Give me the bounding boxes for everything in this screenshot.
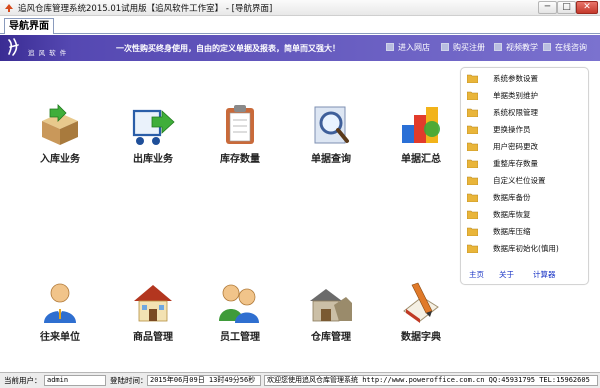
tile-label: 仓库管理 (311, 332, 351, 343)
menu-item-system-params[interactable]: 系统参数设置 (467, 72, 585, 86)
calculator-link[interactable]: 计算器 (533, 269, 556, 280)
folder-icon (467, 125, 478, 134)
tab-navigation[interactable]: 导航界面 (4, 18, 54, 34)
folder-icon (467, 91, 478, 100)
menu-item-change-operator[interactable]: 更换操作员 (467, 123, 585, 137)
folder-icon (467, 108, 478, 117)
menu-item-rebuild-stock[interactable]: 重整库存数量 (467, 157, 585, 171)
magnifier-icon (314, 106, 349, 144)
logo-text: 追 风 软 件 (28, 49, 68, 57)
menu-item-doc-categories[interactable]: 单据类别维护 (467, 89, 585, 103)
tile-label: 商品管理 (133, 332, 173, 343)
tile-label: 入库业务 (40, 154, 80, 165)
menu-item-db-init[interactable]: 数据库初始化(慎用) (467, 242, 585, 256)
menu-item-db-compress[interactable]: 数据库压缩 (467, 225, 585, 239)
app-icon (5, 4, 13, 12)
outbound-cart-icon (132, 109, 175, 145)
checkbox-icon (386, 43, 394, 51)
tile-warehouse-management[interactable]: 仓库管理 (298, 281, 364, 351)
tile-outbound[interactable]: 出库业务 (120, 103, 186, 173)
buy-register-link[interactable]: 购买注册 (441, 43, 485, 55)
title-bar: 追风仓库管理系统2015.01试用版【追风软件工作室】 - [导航界面] ─ □… (0, 0, 600, 16)
banner-slogan: 一次性购买终身使用，自由的定义单据及报表，简单而又强大！ (116, 44, 340, 53)
minimize-button[interactable]: ─ (538, 1, 557, 14)
chart-cubes-icon (402, 107, 440, 143)
video-tutorial-link[interactable]: 视频教学 (494, 43, 538, 55)
status-bar: 当前用户： admin 登陆时间： 2015年06月09日 13时49分56秒 … (0, 372, 600, 388)
menu-item-db-backup[interactable]: 数据库备份 (467, 191, 585, 205)
tile-document-summary[interactable]: 单据汇总 (388, 103, 454, 173)
folder-icon (467, 142, 478, 151)
folder-icon (467, 74, 478, 83)
tile-label: 员工管理 (220, 332, 260, 343)
tile-label: 单据查询 (311, 154, 351, 165)
checkbox-icon (441, 43, 449, 51)
tile-staff-management[interactable]: 员工管理 (207, 281, 273, 351)
login-time-value: 2015年06月09日 13时49分56秒 (147, 375, 261, 386)
checkbox-icon (494, 43, 502, 51)
menu-item-permissions[interactable]: 系统权限管理 (467, 106, 585, 120)
online-consult-link[interactable]: 在线咨询 (543, 43, 587, 55)
tile-inbound[interactable]: 入库业务 (27, 103, 93, 173)
checkbox-icon (543, 43, 551, 51)
folder-icon (467, 176, 478, 185)
tile-document-query[interactable]: 单据查询 (298, 103, 364, 173)
maximize-button[interactable]: □ (557, 1, 576, 14)
tile-label: 库存数量 (220, 154, 260, 165)
tile-inventory[interactable]: 库存数量 (207, 103, 273, 173)
banner: 追 风 软 件 一次性购买终身使用，自由的定义单据及报表，简单而又强大！ 进入网… (0, 35, 600, 61)
enter-shop-link[interactable]: 进入网店 (386, 43, 430, 55)
inbound-box-icon (42, 104, 78, 145)
menu-item-custom-fields[interactable]: 自定义栏位设置 (467, 174, 585, 188)
menu-item-change-password[interactable]: 用户密码更改 (467, 140, 585, 154)
current-user-label: 当前用户： (4, 376, 42, 385)
current-user-value: admin (44, 375, 106, 386)
folder-icon (467, 210, 478, 219)
folder-icon (467, 159, 478, 168)
folder-icon (467, 227, 478, 236)
logo-icon (8, 38, 19, 56)
menu-item-db-restore[interactable]: 数据库恢复 (467, 208, 585, 222)
tile-label: 单据汇总 (401, 154, 441, 165)
tab-strip: 导航界面 (0, 17, 600, 34)
tile-label: 数据字典 (401, 332, 441, 343)
folder-icon (467, 193, 478, 202)
tile-data-dictionary[interactable]: 数据字典 (388, 281, 454, 351)
contact-person-icon (44, 283, 76, 323)
tile-contacts[interactable]: 往来单位 (27, 281, 93, 351)
login-time-label: 登陆时间： (110, 376, 148, 385)
window-title: 追风仓库管理系统2015.01试用版【追风软件工作室】 - [导航界面] (18, 4, 273, 14)
tile-label: 出库业务 (133, 154, 173, 165)
clipboard-icon (226, 105, 254, 144)
close-button[interactable]: ✕ (576, 1, 598, 14)
about-link[interactable]: 关于 (499, 269, 514, 280)
tile-label: 往来单位 (40, 332, 80, 343)
warehouse-icon (310, 289, 352, 322)
welcome-message: 欢迎您使用追风仓库管理系统 http://www.poweroffice.com… (264, 375, 598, 386)
staff-people-icon (219, 284, 259, 323)
folder-icon (467, 244, 478, 253)
home-link[interactable]: 主页 (469, 269, 484, 280)
tile-product-management[interactable]: 商品管理 (120, 281, 186, 351)
system-menu-panel: 系统参数设置 单据类别维护 系统权限管理 更换操作员 用户密码更改 重整库存数量… (460, 67, 589, 285)
dictionary-book-icon (403, 282, 439, 323)
main-area: 入库业务 出库业务 库存数量 单据查询 单据汇总 往来单位 商品管理 员工管理 … (0, 61, 600, 372)
house-icon (134, 285, 172, 322)
